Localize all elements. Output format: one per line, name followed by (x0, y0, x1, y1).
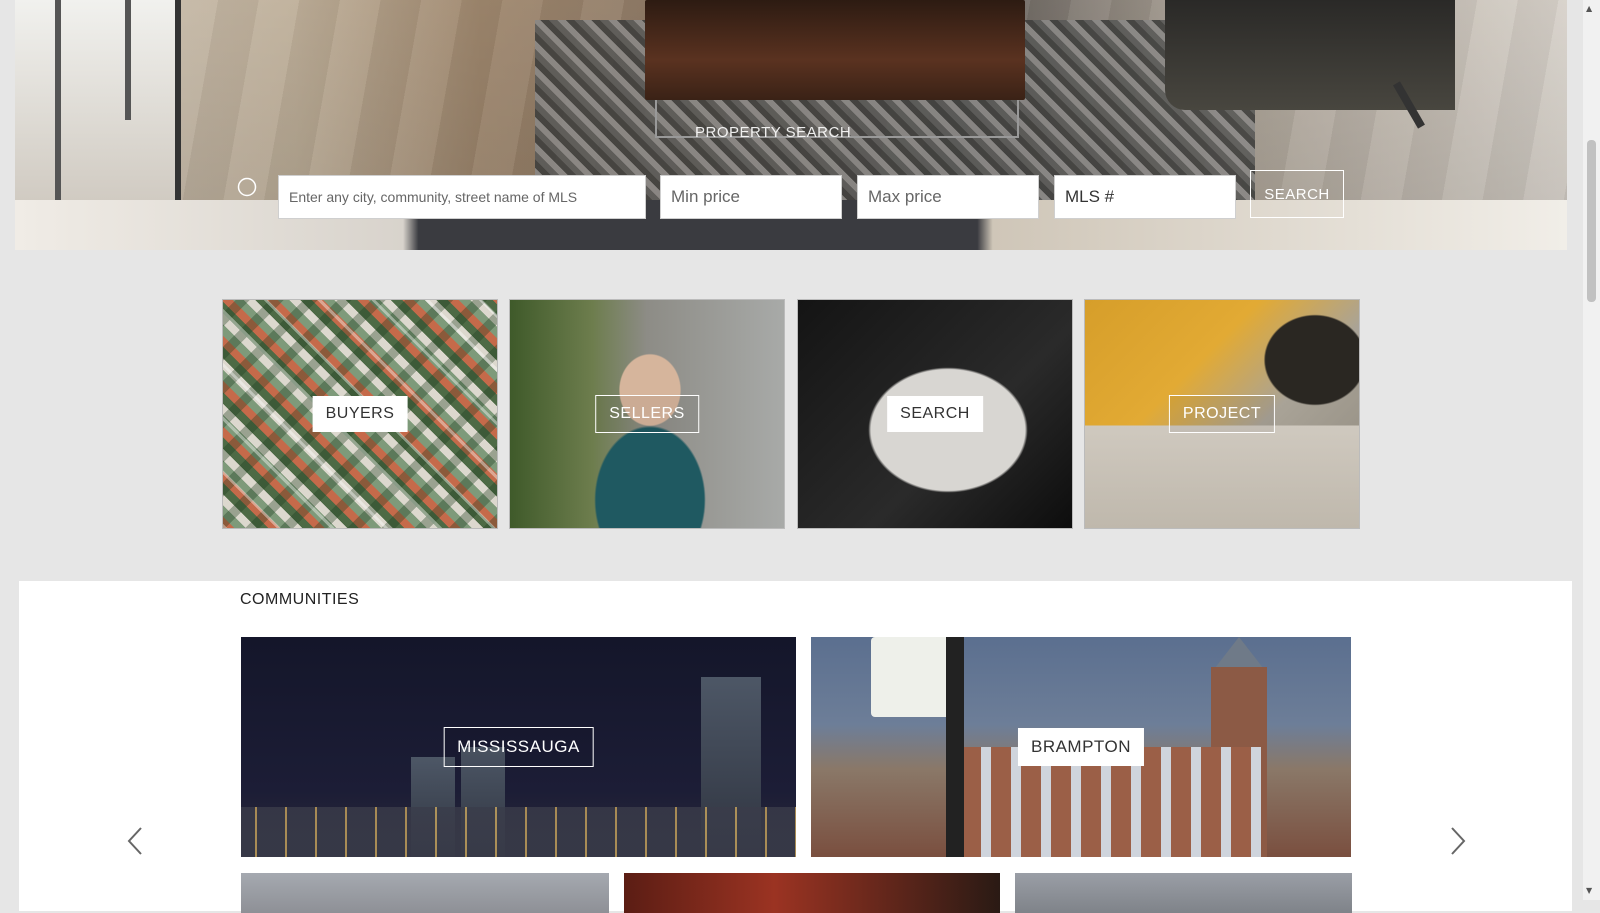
community-tile[interactable] (624, 873, 1000, 913)
community-tile[interactable] (1015, 873, 1352, 913)
community-tile-mississauga[interactable]: MISSISSAUGA (241, 637, 796, 857)
street-sign (871, 637, 951, 717)
hero-window-frame (55, 0, 61, 200)
min-price-input[interactable]: Min price (660, 175, 842, 219)
community-tile[interactable] (241, 873, 609, 913)
community-label-brampton[interactable]: BRAMPTON (1017, 728, 1145, 766)
location-search-input[interactable]: Enter any city, community, street name o… (278, 175, 646, 219)
project-tile-label[interactable]: PROJECT (1168, 395, 1276, 433)
skyline-lights (241, 807, 796, 857)
search-icon (237, 177, 257, 197)
scrollbar-track[interactable] (1583, 0, 1600, 900)
communities-title: COMMUNITIES (240, 591, 360, 608)
scroll-down-icon[interactable]: ▼ (1586, 886, 1592, 895)
community-label-mississauga[interactable]: MISSISSAUGA (443, 727, 594, 767)
sellers-tile[interactable]: SELLERS (509, 299, 785, 529)
search-button[interactable]: SEARCH (1250, 170, 1344, 218)
hero-table-image (645, 0, 1025, 100)
community-tile-brampton[interactable]: BRAMPTON (811, 637, 1351, 857)
hero-window-frame (125, 0, 131, 120)
project-tile[interactable]: PROJECT (1084, 299, 1360, 529)
max-price-input[interactable]: Max price (857, 175, 1039, 219)
buyers-tile-label[interactable]: BUYERS (312, 396, 408, 432)
sellers-tile-label[interactable]: SELLERS (595, 395, 699, 433)
search-tile-label[interactable]: SEARCH (887, 396, 983, 432)
search-tile[interactable]: SEARCH (797, 299, 1073, 529)
scroll-up-icon[interactable]: ▲ (1586, 4, 1592, 13)
hero-window-image (15, 0, 181, 210)
scrollbar-thumb[interactable] (1587, 140, 1596, 302)
hero-sofa-image (1165, 0, 1455, 110)
property-search-title: PROPERTY SEARCH (695, 124, 852, 141)
street-pole (946, 637, 964, 857)
chevron-right-icon[interactable] (1449, 826, 1467, 856)
buyers-tile[interactable]: BUYERS (222, 299, 498, 529)
mls-number-input[interactable]: MLS # (1054, 175, 1236, 219)
chevron-left-icon[interactable] (126, 826, 144, 856)
